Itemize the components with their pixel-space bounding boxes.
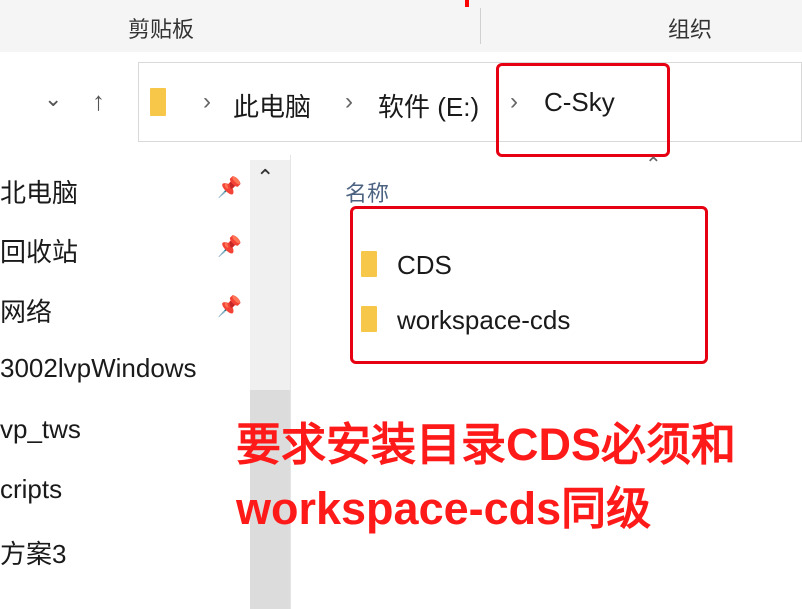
breadcrumb-drive-e[interactable]: 软件 (E:) [378,87,479,124]
nav-item-this-pc[interactable]: 北电脑 [0,173,78,210]
chevron-right-icon[interactable]: › [345,88,353,116]
chevron-right-icon[interactable]: › [203,88,211,116]
nav-item-plan-3[interactable]: 方案3 [0,534,66,571]
scroll-up-chevron-icon[interactable]: ⌃ [256,165,274,191]
ribbon-divider [480,8,481,44]
highlight-box-c-sky [496,63,670,157]
ribbon-accent-mark [465,0,469,7]
breadcrumb-this-pc[interactable]: 此电脑 [233,87,311,124]
nav-item-cripts[interactable]: cripts [0,474,62,505]
folder-icon [150,88,166,116]
sort-caret-up-icon: ⌃ [645,154,662,176]
nav-item-recycle-bin[interactable]: 回收站 [0,232,78,269]
annotation-line-1: 要求安装目录CDS必须和 [236,419,737,470]
nav-item-vp-tws[interactable]: vp_tws [0,414,81,445]
pane-divider [290,155,291,609]
up-arrow-icon[interactable]: ↑ [92,88,105,114]
pin-icon[interactable]: 📌 [217,175,242,200]
nav-item-3002lvpwindows[interactable]: 3002lvpWindows [0,353,197,384]
column-header-name[interactable]: 名称 [345,176,389,208]
ribbon-group-clipboard: 剪贴板 [128,17,195,42]
recent-locations-chevron-down-icon[interactable]: ⌄ [44,88,62,110]
annotation-line-2: workspace-cds同级 [236,483,652,534]
pin-icon[interactable]: 📌 [217,294,242,319]
ribbon-group-organize: 组织 [668,17,713,42]
nav-item-network[interactable]: 网络 [0,292,52,329]
highlight-box-files [350,206,708,364]
pin-icon[interactable]: 📌 [217,234,242,259]
